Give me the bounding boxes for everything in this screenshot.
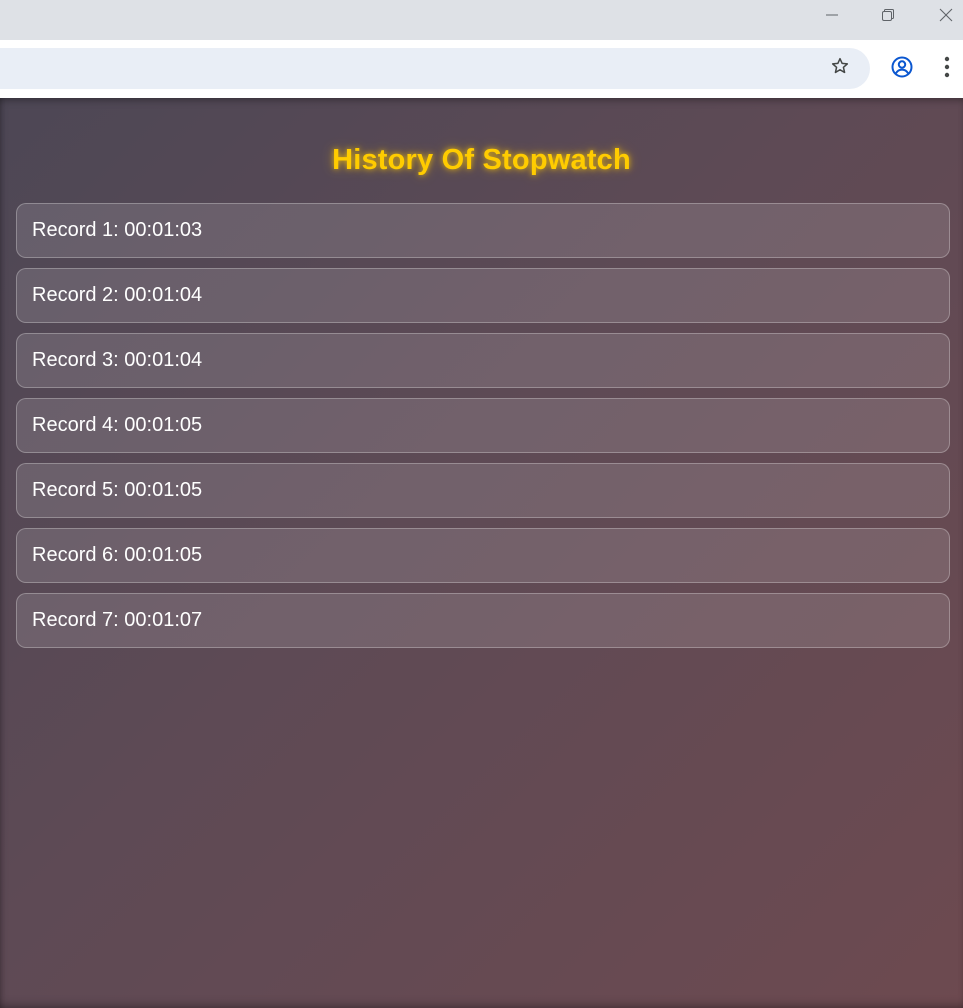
close-button[interactable]	[923, 0, 963, 30]
address-bar[interactable]	[0, 48, 870, 89]
page-content: History Of Stopwatch Record 1: 00:01:03 …	[0, 98, 963, 1008]
browser-window: History Of Stopwatch Record 1: 00:01:03 …	[0, 0, 963, 1008]
account-circle-icon	[890, 55, 914, 84]
minimize-button[interactable]	[809, 0, 855, 30]
page-title: History Of Stopwatch	[332, 144, 631, 176]
vertical-dots-icon	[944, 56, 950, 83]
restore-button[interactable]	[865, 0, 911, 30]
record-item: Record 3: 00:01:04	[16, 333, 950, 388]
record-item: Record 6: 00:01:05	[16, 528, 950, 583]
records-list: Record 1: 00:01:03 Record 2: 00:01:04 Re…	[16, 203, 950, 658]
title-bar	[0, 0, 963, 40]
record-item: Record 2: 00:01:04	[16, 268, 950, 323]
record-item: Record 4: 00:01:05	[16, 398, 950, 453]
close-icon	[939, 8, 953, 22]
record-item: Record 7: 00:01:07	[16, 593, 950, 648]
record-item: Record 5: 00:01:05	[16, 463, 950, 518]
browser-menu-button[interactable]	[930, 52, 963, 86]
profile-button[interactable]	[885, 52, 919, 86]
browser-toolbar	[0, 40, 963, 98]
bookmark-button[interactable]	[823, 51, 857, 85]
minimize-icon	[826, 9, 838, 21]
record-item: Record 1: 00:01:03	[16, 203, 950, 258]
star-icon	[830, 56, 850, 81]
restore-icon	[882, 9, 894, 21]
